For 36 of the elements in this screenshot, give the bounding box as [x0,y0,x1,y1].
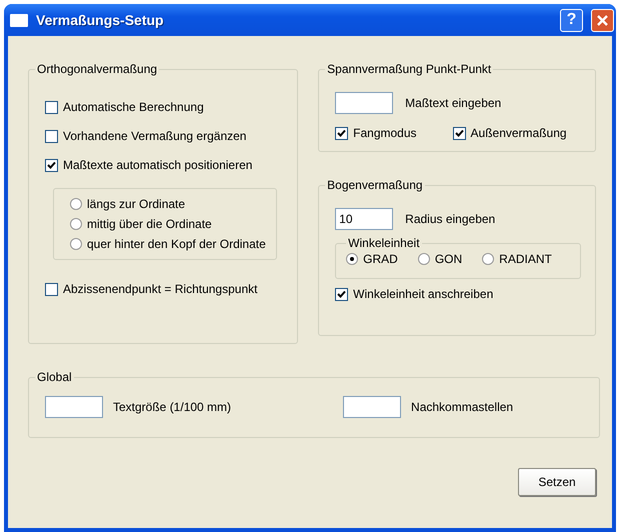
check-icon [454,128,464,138]
close-icon [596,14,609,26]
help-button[interactable]: ? [560,8,583,32]
radio-button[interactable]: mittig über die Ordinate [70,217,266,231]
checkbox[interactable]: Winkeleinheit anschreiben [335,287,581,301]
text-field[interactable]: 10 [335,208,394,230]
field-label: Textgröße (1/100 mm) [113,400,232,414]
check-icon [337,290,346,298]
radio-button[interactable]: quer hinter den Kopf der Ordinate [70,237,266,251]
field-label: Radius eingeben [405,212,496,226]
checkbox[interactable]: Maßtexte automatisch positionieren [45,158,284,172]
text-field[interactable] [45,396,103,418]
check-icon [337,128,346,138]
checkbox[interactable]: Fangmodus [335,126,417,140]
check-icon [47,160,56,170]
window-title: Vermaßungs-Setup [36,12,165,28]
radio-button[interactable]: GON [418,252,462,266]
group-title: Bogenvermaßung [326,178,424,192]
checkbox[interactable]: Vorhandene Vermaßung ergänzen [45,129,284,143]
text-field[interactable] [343,396,402,418]
checkbox[interactable]: Automatische Berechnung [45,100,284,114]
field-label: Nachkommastellen [411,400,514,414]
close-button[interactable] [591,8,614,32]
text-field[interactable] [335,92,394,114]
field-label: Maßtext eingeben [405,96,502,110]
group-title: Spannvermaßung Punkt-Punkt [326,62,492,76]
set-button[interactable]: Setzen [518,468,596,496]
radio-button[interactable]: RADIANT [482,252,552,266]
checkbox[interactable]: Abzissenendpunkt = Richtungspunkt [45,282,284,296]
group-title: Winkeleinheit [347,236,421,250]
group-title: Orthogonalvermaßung [36,62,158,76]
window-icon [10,14,28,26]
checkbox[interactable]: Außenvermaßung [452,126,567,140]
radio-button[interactable]: GRAD [346,252,398,266]
group-title: Global [36,370,73,384]
radio-button[interactable]: längs zur Ordinate [70,197,266,211]
